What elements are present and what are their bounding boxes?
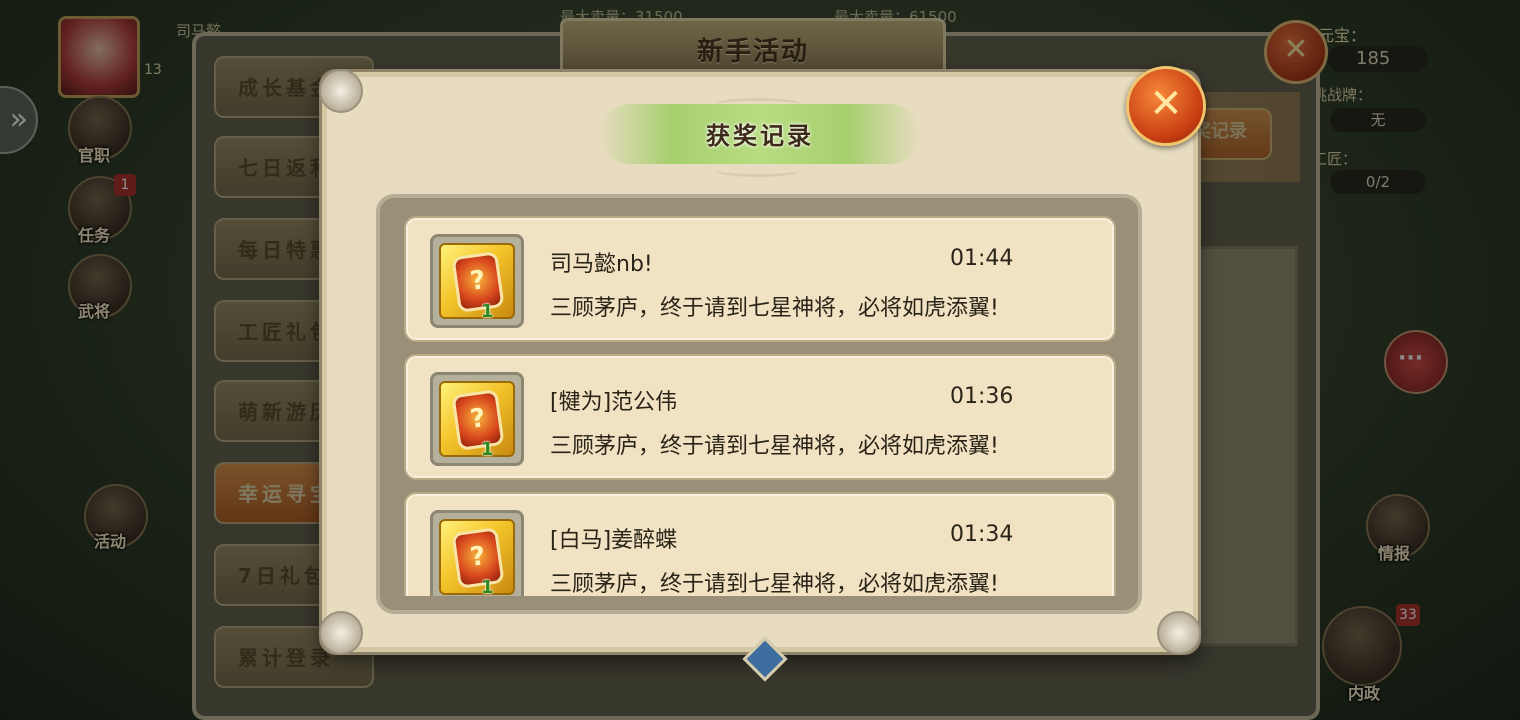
item-count: 1 — [481, 301, 494, 322]
record-message: 三顾茅庐，终于请到七星神将，必将如虎添翼! — [550, 572, 999, 596]
record-time: 01:34 — [950, 522, 1014, 547]
record-list[interactable]: ? 1 司马懿nb! 01:44 三顾茅庐，终于请到七星神将，必将如虎添翼! ?… — [404, 212, 1118, 596]
record-message: 三顾茅庐，终于请到七星神将，必将如虎添翼! — [550, 434, 999, 459]
player-name: [白马]姜醉蝶 — [550, 528, 678, 553]
mystery-card-icon: ? 1 — [439, 519, 515, 596]
question-mark-icon: ? — [451, 389, 505, 451]
corner-ornament — [319, 69, 363, 113]
mystery-card-icon: ? 1 — [439, 243, 515, 322]
close-x-icon[interactable]: ✕ — [1126, 66, 1206, 146]
reward-item-slot[interactable]: ? 1 — [430, 510, 524, 596]
reward-item-slot[interactable]: ? 1 — [430, 234, 524, 328]
item-count: 1 — [481, 577, 494, 596]
record-row: ? 1 [犍为]范公伟 01:36 三顾茅庐，终于请到七星神将，必将如虎添翼! — [404, 354, 1116, 480]
question-mark-icon: ? — [451, 527, 505, 589]
title-ornament — [716, 98, 800, 111]
item-count: 1 — [481, 439, 494, 460]
question-mark-icon: ? — [451, 251, 505, 313]
record-row: ? 1 [白马]姜醉蝶 01:34 三顾茅庐，终于请到七星神将，必将如虎添翼! — [404, 492, 1116, 596]
player-name: 司马懿nb! — [550, 252, 653, 277]
record-row: ? 1 司马懿nb! 01:44 三顾茅庐，终于请到七星神将，必将如虎添翼! — [404, 216, 1116, 342]
player-name: [犍为]范公伟 — [550, 390, 678, 415]
record-time: 01:44 — [950, 246, 1014, 271]
record-time: 01:36 — [950, 384, 1014, 409]
record-message: 三顾茅庐，终于请到七星神将，必将如虎添翼! — [550, 296, 999, 321]
corner-ornament — [1157, 611, 1201, 655]
mystery-card-icon: ? 1 — [439, 381, 515, 460]
title-ornament — [716, 164, 800, 177]
dialog-title: 获奖记录 — [706, 122, 814, 150]
reward-item-slot[interactable]: ? 1 — [430, 372, 524, 466]
corner-ornament — [319, 611, 363, 655]
